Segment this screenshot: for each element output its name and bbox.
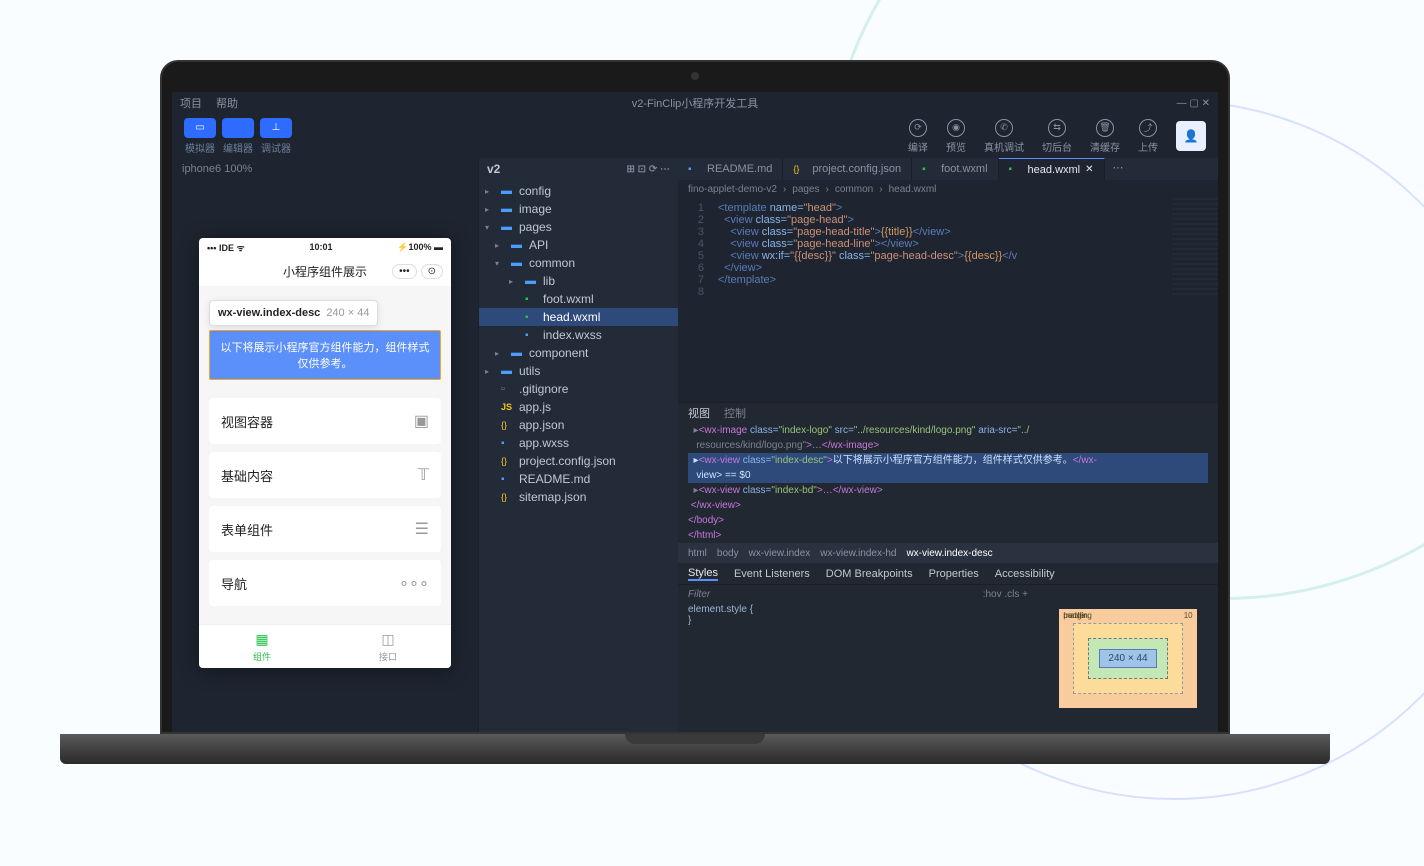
close-icon[interactable]: ⊙ [421, 264, 443, 279]
crumb-wx-view.index-desc[interactable]: wx-view.index-desc [906, 548, 992, 559]
tree-item-head.wxml[interactable]: ▪head.wxml [479, 308, 678, 326]
styles-panel[interactable]: Filter :hov .cls + element.style {}</spa… [678, 585, 1038, 732]
list-item[interactable]: 导航∘∘∘ [209, 560, 441, 606]
phone-mockup: ••• IDE ᯤ 10:01 ⚡100% ▬ 小程序组件展示 ••• ⊙ [199, 238, 451, 668]
tree-item-pages[interactable]: ▾▬pages [479, 218, 678, 236]
dom-inspector[interactable]: ▸<wx-image class="index-logo" src="../re… [678, 423, 1218, 543]
tree-item-.gitignore[interactable]: ▫.gitignore [479, 380, 678, 398]
crumb-wx-view.index-hd[interactable]: wx-view.index-hd [820, 548, 896, 559]
project-root[interactable]: v2 [487, 162, 500, 176]
devtools-panel: 视图控制 ▸<wx-image class="index-logo" src="… [678, 402, 1218, 732]
avatar[interactable]: 👤 [1176, 121, 1206, 151]
action-上传[interactable]: ⤴上传 [1138, 119, 1158, 154]
tree-item-component[interactable]: ▸▬component [479, 344, 678, 362]
action-真机调试[interactable]: ✆真机调试 [984, 119, 1024, 154]
dt-subtab-Properties[interactable]: Properties [929, 568, 979, 580]
list-item[interactable]: 表单组件☰ [209, 506, 441, 552]
tab-overflow[interactable]: ⋯ [1105, 158, 1132, 180]
styles-toggles[interactable]: :hov .cls + [983, 589, 1028, 600]
list-item[interactable]: 基础内容𝕋 [209, 452, 441, 498]
dt-subtab-Accessibility[interactable]: Accessibility [995, 568, 1055, 580]
dom-breadcrumb[interactable]: html body wx-view.index wx-view.index-hd wx-… [678, 543, 1218, 563]
tree-item-utils[interactable]: ▸▬utils [479, 362, 678, 380]
dt-subtab-DOM Breakpoints[interactable]: DOM Breakpoints [826, 568, 913, 580]
tab-head.wxml[interactable]: ▪head.wxml✕ [999, 158, 1105, 180]
action-切后台[interactable]: ⇆切后台 [1042, 119, 1072, 154]
window-title: v2-FinClip小程序开发工具 [632, 95, 759, 111]
tree-item-image[interactable]: ▸▬image [479, 200, 678, 218]
list-item[interactable]: 视图容器▣ [209, 398, 441, 444]
mode-模拟器[interactable]: ▭模拟器 [184, 118, 216, 155]
tree-item-project.config.json[interactable]: {}project.config.json [479, 452, 678, 470]
close-icon[interactable]: ✕ [1085, 164, 1093, 175]
tree-item-index.wxss[interactable]: ▪index.wxss [479, 326, 678, 344]
camera-dot [691, 72, 699, 80]
menu-项目[interactable]: 项目 [180, 95, 202, 111]
titlebar: 项目帮助 v2-FinClip小程序开发工具 — ▢ ✕ [172, 92, 1218, 114]
box-model[interactable]: margin 10 border padding 240 × 44 [1038, 585, 1218, 732]
phone-tab-接口[interactable]: ◫接口 [325, 625, 451, 668]
phone-nav: 小程序组件展示 ••• ⊙ [199, 256, 451, 286]
inspector-tooltip: wx-view.index-desc 240 × 44 [209, 300, 378, 326]
tree-item-README.md[interactable]: ▪README.md [479, 470, 678, 488]
tab-foot.wxml[interactable]: ▪foot.wxml [912, 158, 998, 180]
tab-project.config.json[interactable]: {}project.config.json [783, 158, 912, 180]
menu-帮助[interactable]: 帮助 [216, 95, 238, 111]
menu-icon[interactable]: ••• [392, 264, 417, 279]
simulator-pane: iphone6 100% ••• IDE ᯤ 10:01 ⚡100% ▬ 小程序… [172, 158, 478, 732]
mode-编辑器[interactable]: 编辑器 [222, 118, 254, 155]
tree-actions[interactable]: ⊞ ⊡ ⟳ ⋯ [627, 164, 670, 175]
dt-subtab-Styles[interactable]: Styles [688, 567, 718, 581]
ide-window: 项目帮助 v2-FinClip小程序开发工具 — ▢ ✕ ▭模拟器 编辑器 ⊥调… [172, 92, 1218, 732]
dt-tab-视图[interactable]: 视图 [688, 405, 710, 421]
tree-item-foot.wxml[interactable]: ▪foot.wxml [479, 290, 678, 308]
window-controls[interactable]: — ▢ ✕ [1177, 98, 1210, 109]
action-清缓存[interactable]: 🗑清缓存 [1090, 119, 1120, 154]
tree-item-API[interactable]: ▸▬API [479, 236, 678, 254]
crumb-body[interactable]: body [717, 548, 739, 559]
tab-README.md[interactable]: ▪README.md [678, 158, 783, 180]
tree-item-config[interactable]: ▸▬config [479, 182, 678, 200]
file-tree-pane: v2 ⊞ ⊡ ⟳ ⋯ ▸▬config ▸▬image ▾▬pages ▸▬AP… [478, 158, 678, 732]
phone-tab-组件[interactable]: ▦组件 [199, 625, 325, 668]
tree-item-app.js[interactable]: JSapp.js [479, 398, 678, 416]
tree-item-lib[interactable]: ▸▬lib [479, 272, 678, 290]
laptop-frame: 项目帮助 v2-FinClip小程序开发工具 — ▢ ✕ ▭模拟器 编辑器 ⊥调… [160, 60, 1230, 764]
tree-item-common[interactable]: ▾▬common [479, 254, 678, 272]
tree-item-app.json[interactable]: {}app.json [479, 416, 678, 434]
action-预览[interactable]: ◉预览 [946, 119, 966, 154]
minimap[interactable] [1172, 198, 1218, 298]
dt-tab-控制[interactable]: 控制 [724, 405, 746, 421]
dt-subtab-Event Listeners[interactable]: Event Listeners [734, 568, 810, 580]
simulator-device-label[interactable]: iphone6 100% [172, 158, 478, 180]
editor-pane: ▪README.md {}project.config.json ▪foot.w… [678, 158, 1218, 732]
mode-调试器[interactable]: ⊥调试器 [260, 118, 292, 155]
tree-item-app.wxss[interactable]: ▪app.wxss [479, 434, 678, 452]
toolbar: ▭模拟器 编辑器 ⊥调试器 ⟳编译 ◉预览 ✆真机调试 ⇆切后台 🗑清缓存 ⤴上… [172, 114, 1218, 158]
action-编译[interactable]: ⟳编译 [908, 119, 928, 154]
phone-status-bar: ••• IDE ᯤ 10:01 ⚡100% ▬ [199, 238, 451, 256]
styles-filter[interactable]: Filter [688, 589, 710, 600]
breadcrumb[interactable]: fino-applet-demo-v2 › pages › common › h… [678, 180, 1218, 198]
tree-item-sitemap.json[interactable]: {}sitemap.json [479, 488, 678, 506]
highlighted-element[interactable]: 以下将展示小程序官方组件能力，组件样式仅供参考。 [209, 330, 441, 380]
crumb-wx-view.index[interactable]: wx-view.index [749, 548, 811, 559]
crumb-html[interactable]: html [688, 548, 707, 559]
code-editor[interactable]: 1<template name="head">2 <view class="pa… [678, 198, 1218, 402]
